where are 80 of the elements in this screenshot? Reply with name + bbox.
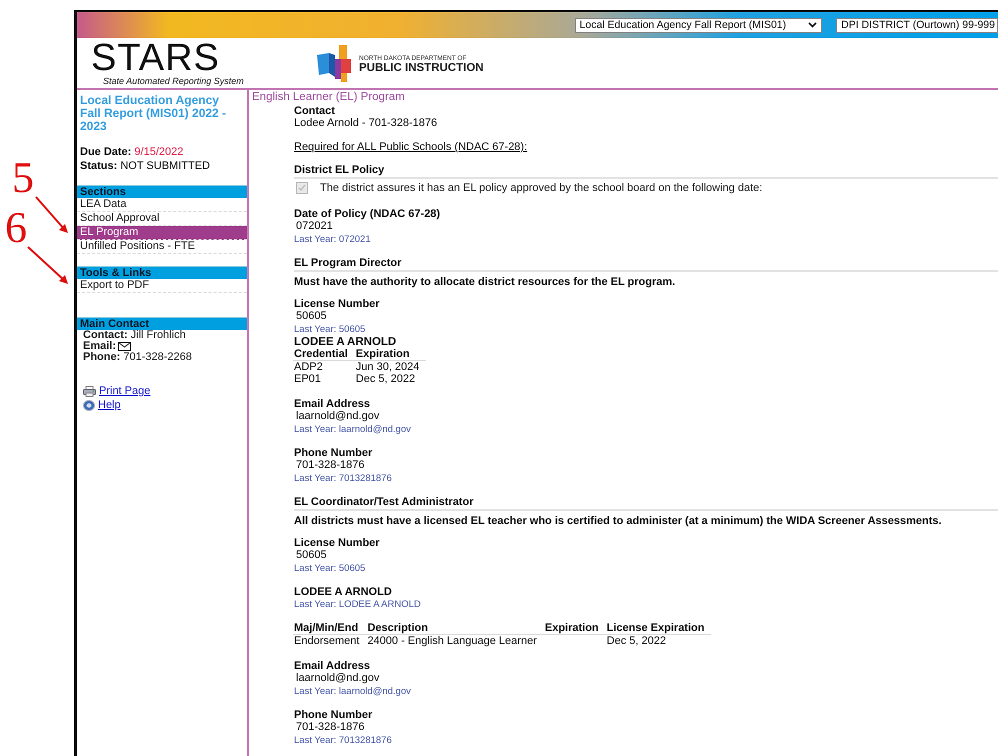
column-header: Maj/Min/End — [293, 622, 366, 634]
sidebar-item[interactable]: EL Program — [77, 226, 247, 240]
sidebar-section-header: Main Contact — [77, 317, 247, 330]
field-value: 50605 — [295, 549, 328, 562]
status-label: Status: — [80, 160, 118, 172]
sidebar-link[interactable]: Print Page — [99, 385, 150, 397]
annotation-arrow — [35, 196, 68, 233]
help-icon — [83, 400, 95, 410]
phone-value: 701-328-2268 — [123, 351, 192, 363]
field-label: License Number — [294, 298, 381, 310]
table-cell-text: Dec 5, 2022 — [354, 373, 416, 385]
field-label: Phone Number — [294, 709, 374, 721]
last-year-value: Last Year: 50605 — [294, 323, 366, 336]
sidebar-item[interactable]: LEA Data — [77, 198, 247, 212]
report-title: Local Education Agency Fall Report (MIS01) 2022 - 2023 — [79, 94, 228, 133]
logo-title: STARS — [91, 40, 220, 76]
email-label: Email: — [83, 341, 116, 352]
contact-label: Contact: — [83, 329, 128, 341]
column-header: Credential — [293, 348, 355, 360]
last-year-value: Last Year: LODEE A ARNOLD — [294, 598, 422, 611]
table-cell-text: EP01 — [293, 373, 322, 385]
field-label: Contact — [294, 105, 336, 117]
last-year-value: Last Year: laarnold@nd.gov — [294, 685, 412, 698]
last-year-value: Last Year: laarnold@nd.gov — [294, 423, 412, 436]
annotation-number: 5 — [12, 158, 34, 198]
table-cell: ADP2 — [293, 360, 355, 373]
printer-icon — [83, 386, 96, 396]
sidebar-item[interactable]: Unfilled Positions - FTE — [77, 240, 247, 254]
last-year-value: Last Year: 7013281876 — [294, 734, 393, 747]
table-cell: Dec 5, 2022 — [606, 634, 712, 647]
person-name: LODEE A ARNOLD — [294, 336, 398, 348]
last-year-value: Last Year: 7013281876 — [294, 472, 393, 485]
table-cell: 24000 - English Language Learner — [366, 634, 544, 647]
checkbox-label: The district assures it has an EL policy approved by the school board on the following date: — [320, 182, 762, 194]
column-header: Expiration — [544, 622, 606, 634]
requirement-note: All districts must have a licensed EL teacher who is certified to administer (at a minimum) the WIDA Screener Assessments. — [294, 515, 943, 527]
district-select[interactable]: DPI DISTRICT (Ourtown) 99-999 — [836, 18, 998, 32]
due-date-label: Due Date: — [80, 146, 132, 158]
contact-value: Jill Frohlich — [130, 329, 186, 341]
column-header: Description — [366, 622, 544, 634]
annotation-arrow — [27, 246, 68, 284]
sidebar-link[interactable]: Help — [98, 399, 121, 411]
phone-label: Phone: — [83, 351, 120, 363]
last-year-value: Last Year: 50605 — [294, 562, 366, 575]
chevron-down-icon — [808, 22, 818, 28]
field-label: LODEE A ARNOLD — [294, 586, 393, 598]
table-cell: Endorsement — [293, 634, 366, 647]
field-value: 701-328-1876 — [295, 459, 366, 472]
field-label: Phone Number — [294, 447, 374, 459]
column-header: Expiration — [354, 348, 426, 360]
field-value: laarnold@nd.gov — [295, 410, 380, 423]
annotation-number: 6 — [5, 208, 27, 248]
agency-name: PUBLIC INSTRUCTION — [359, 62, 484, 74]
field-label: License Number — [294, 537, 381, 549]
envelope-icon[interactable] — [118, 342, 132, 351]
requirement-text: Required for ALL Public Schools (NDAC 67-28): — [294, 141, 528, 153]
last-year-value: Last Year: 072021 — [294, 233, 372, 246]
field-value: Lodee Arnold - 701-328-1876 — [294, 117, 438, 130]
section-heading: EL Coordinator/Test Administrator — [294, 496, 998, 511]
field-value: 072021 — [295, 220, 334, 233]
status-value: NOT SUBMITTED — [120, 160, 210, 172]
page-title: English Learner (EL) Program — [252, 91, 406, 103]
report-select[interactable]: Local Education Agency Fall Report (MIS01) — [574, 18, 822, 32]
section-heading: District EL Policy — [294, 164, 998, 179]
table-cell: Jun 30, 2024 — [354, 360, 426, 373]
field-label: Email Address — [294, 660, 372, 672]
field-label: Date of Policy (NDAC 67-28) — [294, 208, 442, 220]
logo-subtitle: State Automated Reporting System — [103, 76, 245, 86]
column-header: License Expiration — [606, 622, 712, 634]
sidebar-section-header: Tools & Links — [77, 266, 247, 279]
field-value: 50605 — [295, 310, 328, 323]
logo-drawing — [317, 45, 353, 83]
section-heading: EL Program Director — [294, 257, 998, 272]
sidebar-section-header: Sections — [77, 185, 247, 198]
field-value: 701-328-1876 — [295, 721, 366, 734]
field-label: Email Address — [294, 398, 372, 410]
sidebar-item[interactable]: Export to PDF — [77, 279, 247, 293]
due-date-value: 9/15/2022 — [134, 146, 184, 158]
field-value: laarnold@nd.gov — [295, 672, 380, 685]
requirement-note: Must have the authority to allocate district resources for the EL program. — [294, 276, 676, 288]
